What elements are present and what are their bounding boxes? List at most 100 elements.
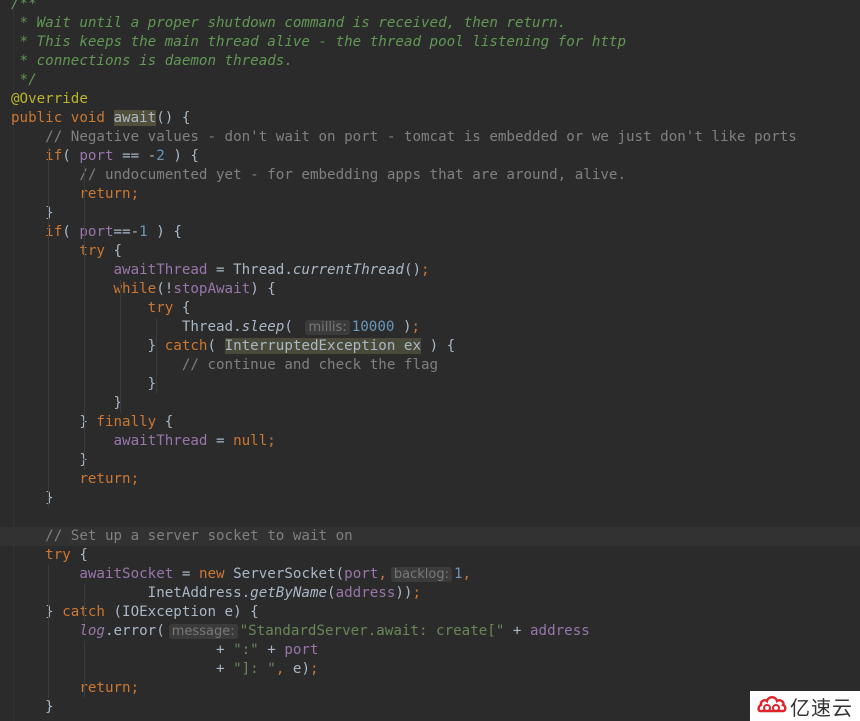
code-line[interactable]: public void await() {: [0, 109, 860, 128]
code-line[interactable]: while(!stopAwait) {: [0, 280, 860, 299]
code-token: (: [327, 585, 336, 601]
code-line[interactable]: * connections is daemon threads.: [0, 52, 860, 71]
code-token: finally: [96, 414, 157, 430]
code-line-text: log.error(message: "StandardServer.await:…: [11, 622, 590, 641]
code-token: }: [11, 395, 123, 411]
code-line[interactable]: } catch (IOException e) {: [0, 603, 860, 622]
code-line[interactable]: // Negative values - don't wait on port …: [0, 128, 860, 147]
code-token: == -: [113, 148, 157, 164]
indent-guide: [84, 166, 85, 470]
code-token: getByName: [250, 585, 328, 601]
code-line[interactable]: + "]: ", e);: [0, 660, 860, 679]
code-token: (IOException e) {: [104, 604, 259, 620]
code-token: ): [394, 319, 412, 335]
code-token: * connections is daemon threads.: [11, 53, 293, 69]
code-line-text: if( port==-1 ) {: [11, 223, 182, 242]
code-line[interactable]: awaitThread = Thread.currentThread();: [0, 261, 860, 280]
code-token: {: [70, 547, 88, 563]
parameter-hint: backlog:: [390, 567, 452, 582]
code-token: )): [395, 585, 413, 601]
code-token: ,: [378, 566, 387, 582]
code-line-text: } catch( InterruptedException ex ) {: [11, 337, 455, 356]
code-line[interactable]: }: [0, 394, 860, 413]
code-line[interactable]: if( port==-1 ) {: [0, 223, 860, 242]
code-token: 1: [139, 224, 148, 240]
code-line-text: InetAddress.getByName(address));: [11, 584, 421, 603]
code-token: =: [173, 566, 199, 582]
cloud-logo-icon: [757, 694, 787, 718]
code-token: new: [198, 566, 234, 582]
code-line[interactable]: try {: [0, 242, 860, 261]
code-token: null;: [233, 433, 276, 449]
code-line[interactable]: */: [0, 71, 860, 90]
code-token: (: [62, 224, 80, 240]
code-line[interactable]: * Wait until a proper shutdown command i…: [0, 14, 860, 33]
code-token: ) {: [250, 281, 276, 297]
code-line[interactable]: return;: [0, 679, 860, 698]
code-line[interactable]: }: [0, 204, 860, 223]
indent-guide: [84, 584, 85, 622]
code-line-text: return;: [11, 185, 139, 204]
code-line[interactable]: awaitSocket = new ServerSocket(port, back…: [0, 565, 860, 584]
code-line[interactable]: InetAddress.getByName(address));: [0, 584, 860, 603]
code-token: try: [147, 300, 174, 316]
code-line[interactable]: } catch( InterruptedException ex ) {: [0, 337, 860, 356]
code-line-text: public void await() {: [11, 109, 190, 128]
code-line-text: * Wait until a proper shutdown command i…: [11, 14, 567, 33]
code-line[interactable]: }: [0, 489, 860, 508]
code-token: 10000: [351, 319, 395, 335]
code-line[interactable]: if( port == -2 ) {: [0, 147, 860, 166]
code-token: await: [113, 110, 157, 126]
code-line[interactable]: try {: [0, 546, 860, 565]
code-line-text: Thread.sleep( millis: 10000 );: [11, 318, 420, 337]
code-token: // continue and check the flag: [181, 357, 439, 373]
code-line-text: /**: [11, 0, 37, 14]
code-token: ) {: [147, 224, 182, 240]
code-line[interactable]: // Set up a server socket to wait on: [0, 527, 860, 546]
code-line[interactable]: [0, 508, 860, 527]
code-editor[interactable]: /** * Wait until a proper shutdown comma…: [0, 0, 860, 721]
code-token: 2: [156, 148, 165, 164]
code-token: log: [79, 623, 105, 639]
code-line[interactable]: + ":" + port: [0, 641, 860, 660]
code-line[interactable]: log.error(message: "StandardServer.await:…: [0, 622, 860, 641]
code-line-text: try {: [11, 546, 88, 565]
code-line[interactable]: return;: [0, 185, 860, 204]
parameter-hint: millis:: [305, 320, 350, 335]
code-token: awaitThread: [113, 433, 208, 449]
indent-guide: [84, 641, 85, 698]
code-line[interactable]: }: [0, 698, 860, 717]
code-line[interactable]: // undocumented yet - for embedding apps…: [0, 166, 860, 185]
code-line[interactable]: } finally {: [0, 413, 860, 432]
code-line[interactable]: awaitThread = null;: [0, 432, 860, 451]
code-token: {: [173, 300, 191, 316]
code-line[interactable]: /**: [0, 0, 860, 14]
code-line-text: } finally {: [11, 413, 173, 432]
code-token: InterruptedException ex: [224, 338, 422, 354]
code-line[interactable]: * This keeps the main thread alive - the…: [0, 33, 860, 52]
code-token: InetAddress.: [11, 585, 251, 601]
code-line[interactable]: try {: [0, 299, 860, 318]
code-line[interactable]: }: [0, 375, 860, 394]
code-token: * Wait until a proper shutdown command i…: [11, 15, 567, 31]
code-token: = Thread.: [207, 262, 293, 278]
code-line[interactable]: // continue and check the flag: [0, 356, 860, 375]
code-token: port: [344, 566, 379, 582]
code-line[interactable]: @Override: [0, 90, 860, 109]
code-line[interactable]: return;: [0, 470, 860, 489]
code-line-text: * connections is daemon threads.: [11, 52, 293, 71]
code-token: /**: [11, 0, 37, 12]
code-line[interactable]: Thread.sleep( millis: 10000 );: [0, 318, 860, 337]
code-token: ) {: [164, 148, 199, 164]
parameter-hint: message:: [168, 624, 238, 639]
code-line[interactable]: }: [0, 451, 860, 470]
code-token: address: [530, 623, 590, 639]
code-token: ;: [412, 585, 422, 601]
